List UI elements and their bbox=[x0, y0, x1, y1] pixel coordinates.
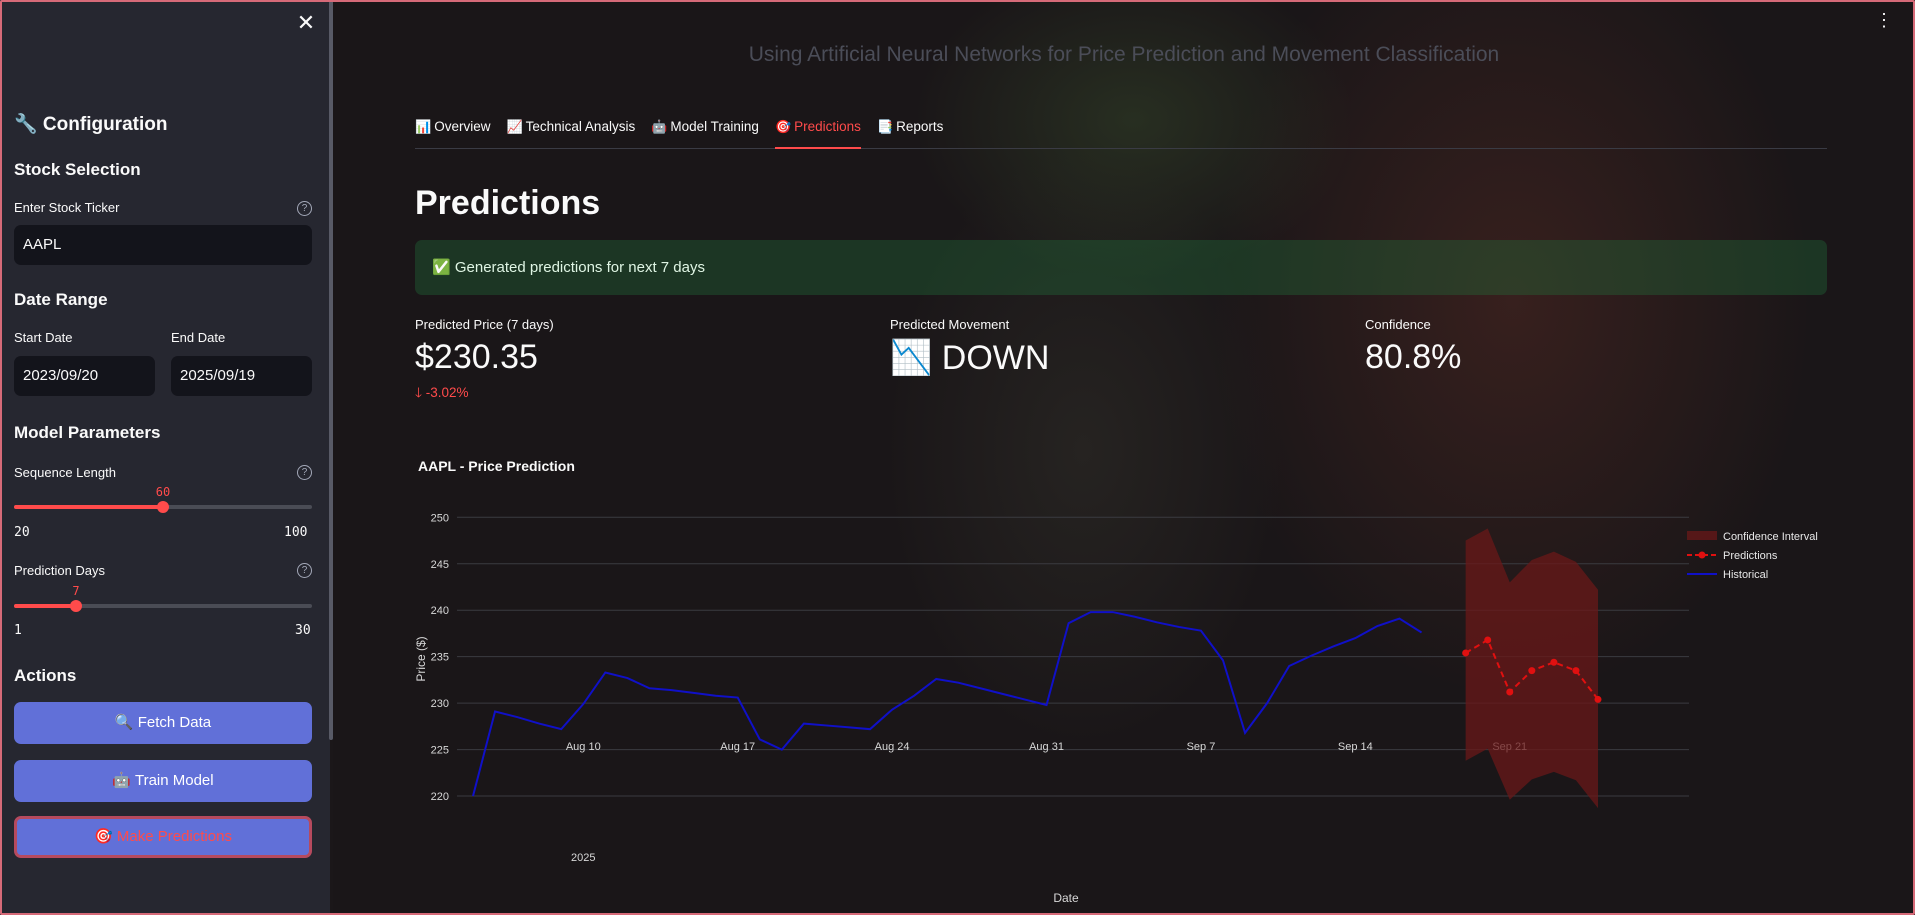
y-tick-label: 250 bbox=[431, 512, 449, 524]
help-icon[interactable]: ? bbox=[297, 465, 312, 480]
slider-thumb[interactable] bbox=[157, 501, 169, 513]
sequence-length-max: 100 bbox=[284, 525, 308, 540]
stock-selection-heading: Stock Selection bbox=[14, 160, 141, 179]
train-model-button[interactable]: 🤖 Train Model bbox=[14, 760, 312, 802]
prediction-days-min: 1 bbox=[14, 623, 22, 638]
prediction-point bbox=[1594, 695, 1602, 703]
metric-value: 📉 DOWN bbox=[890, 339, 1050, 377]
x-tick-label: Sep 14 bbox=[1338, 741, 1373, 753]
app-subtitle: Using Artificial Neural Networks for Pri… bbox=[748, 43, 1500, 66]
y-tick-label: 240 bbox=[431, 605, 449, 617]
prediction-days-slider[interactable] bbox=[14, 600, 312, 612]
help-icon[interactable]: ? bbox=[297, 563, 312, 578]
help-icon[interactable]: ? bbox=[297, 201, 312, 216]
x-tick-label: Sep 7 bbox=[1187, 741, 1216, 753]
ticker-label: Enter Stock Ticker bbox=[14, 200, 120, 215]
historical-line bbox=[472, 611, 1423, 797]
page-title: Predictions bbox=[415, 184, 601, 222]
target-icon: 🎯 bbox=[774, 119, 792, 134]
metric-predicted-price: Predicted Price (7 days) $230.35 🡓 -3.02… bbox=[415, 317, 554, 406]
x-tick-label: Aug 10 bbox=[566, 741, 601, 753]
chart-icon: 📊 bbox=[415, 119, 432, 134]
prediction-days-value: 7 bbox=[72, 584, 80, 598]
x-tick-sublabel: 2025 bbox=[571, 852, 595, 864]
prediction-point bbox=[1550, 658, 1558, 666]
metric-confidence: Confidence 80.8% bbox=[1365, 317, 1461, 377]
tab-overview[interactable]: 📊 Overview bbox=[415, 118, 498, 148]
tab-model-training[interactable]: 🤖 Model Training bbox=[651, 118, 767, 148]
legend-swatch-confidence bbox=[1687, 531, 1717, 540]
y-tick-label: 235 bbox=[431, 652, 449, 664]
ticker-input[interactable]: AAPL bbox=[14, 225, 312, 265]
tab-bar: 📊 Overview 📈 Technical Analysis 🤖 Model Tra… bbox=[415, 118, 1827, 149]
y-tick-label: 220 bbox=[431, 791, 449, 803]
date-range-heading: Date Range bbox=[14, 290, 108, 309]
x-tick-label: Aug 17 bbox=[720, 741, 755, 753]
metric-label: Confidence bbox=[1365, 317, 1431, 332]
y-tick-label: 230 bbox=[431, 698, 449, 710]
metric-predicted-movement: Predicted Movement 📉 DOWN bbox=[890, 317, 1049, 378]
prediction-point bbox=[1572, 667, 1580, 675]
chart-title: AAPL - Price Prediction bbox=[418, 458, 575, 474]
tab-technical-analysis[interactable]: 📈 Technical Analysis bbox=[506, 118, 643, 148]
tab-predictions[interactable]: 🎯 Predictions bbox=[774, 118, 869, 149]
tab-label: Model Training bbox=[670, 119, 759, 134]
sidebar: ✕ 🔧 Configuration Stock Selection Enter … bbox=[0, 0, 330, 915]
robot-icon: 🤖 bbox=[651, 119, 668, 134]
metric-delta: 🡓 -3.02% bbox=[415, 383, 554, 406]
arrow-down-icon: 🡓 bbox=[415, 385, 426, 400]
more-options-icon[interactable]: ⋮ bbox=[1875, 10, 1893, 30]
success-alert: ✅ Generated predictions for next 7 days bbox=[415, 240, 1827, 295]
legend-label: Confidence Interval bbox=[1723, 531, 1818, 543]
tab-reports[interactable]: 📑 Reports bbox=[877, 118, 951, 148]
metric-label: Predicted Movement bbox=[890, 317, 1010, 332]
slider-thumb[interactable] bbox=[69, 600, 82, 612]
trend-icon: 📈 bbox=[506, 119, 523, 134]
end-date-input[interactable]: 2025/09/19 bbox=[171, 356, 312, 396]
legend-label: Predictions bbox=[1723, 550, 1778, 562]
y-tick-label: 225 bbox=[431, 745, 449, 757]
sequence-length-value: 60 bbox=[155, 485, 171, 499]
metric-delta-value: -3.02% bbox=[425, 385, 469, 400]
prediction-point bbox=[1528, 667, 1536, 675]
x-axis-title: Date bbox=[1053, 891, 1079, 905]
start-date-input[interactable]: 2023/09/20 bbox=[14, 356, 155, 396]
y-axis-title: Price ($) bbox=[414, 636, 428, 681]
price-prediction-chart: 220 225 230 235 240 245 250 Aug 10 2025 Aug 17 Aug… bbox=[414, 512, 1818, 905]
make-predictions-button[interactable]: 🎯 Make Predictions bbox=[14, 816, 312, 858]
x-tick-label: Aug 24 bbox=[875, 741, 910, 753]
prediction-days-max: 30 bbox=[295, 623, 311, 638]
actions-heading: Actions bbox=[14, 666, 77, 685]
prediction-days-label: Prediction Days bbox=[14, 563, 106, 578]
tab-label: Reports bbox=[896, 119, 944, 134]
prediction-point bbox=[1462, 649, 1470, 657]
prediction-point bbox=[1506, 688, 1514, 696]
y-tick-label: 245 bbox=[431, 559, 449, 571]
slider-fill bbox=[14, 505, 163, 509]
metric-label: Predicted Price (7 days) bbox=[415, 317, 554, 332]
metric-value: 80.8% bbox=[1365, 338, 1462, 376]
end-date-label: End Date bbox=[171, 330, 226, 345]
model-parameters-heading: Model Parameters bbox=[14, 423, 161, 442]
tab-label: Technical Analysis bbox=[525, 119, 636, 134]
x-tick-label: Aug 31 bbox=[1029, 741, 1064, 753]
metric-value: $230.35 bbox=[415, 338, 538, 376]
sequence-length-label: Sequence Length bbox=[14, 465, 116, 480]
tab-label: Predictions bbox=[794, 119, 861, 134]
sidebar-title: 🔧 Configuration bbox=[14, 114, 168, 135]
tab-label: Overview bbox=[434, 119, 491, 134]
sequence-length-min: 20 bbox=[14, 525, 30, 540]
fetch-data-button[interactable]: 🔍 Fetch Data bbox=[14, 702, 312, 744]
sequence-length-slider[interactable] bbox=[14, 501, 312, 513]
close-icon[interactable]: ✕ bbox=[295, 12, 317, 34]
legend-marker-predictions bbox=[1698, 551, 1706, 559]
slider-fill bbox=[14, 604, 76, 608]
legend-label: Historical bbox=[1723, 569, 1768, 581]
start-date-label: Start Date bbox=[14, 330, 73, 345]
prediction-point bbox=[1484, 636, 1492, 644]
document-icon: 📑 bbox=[876, 119, 894, 134]
